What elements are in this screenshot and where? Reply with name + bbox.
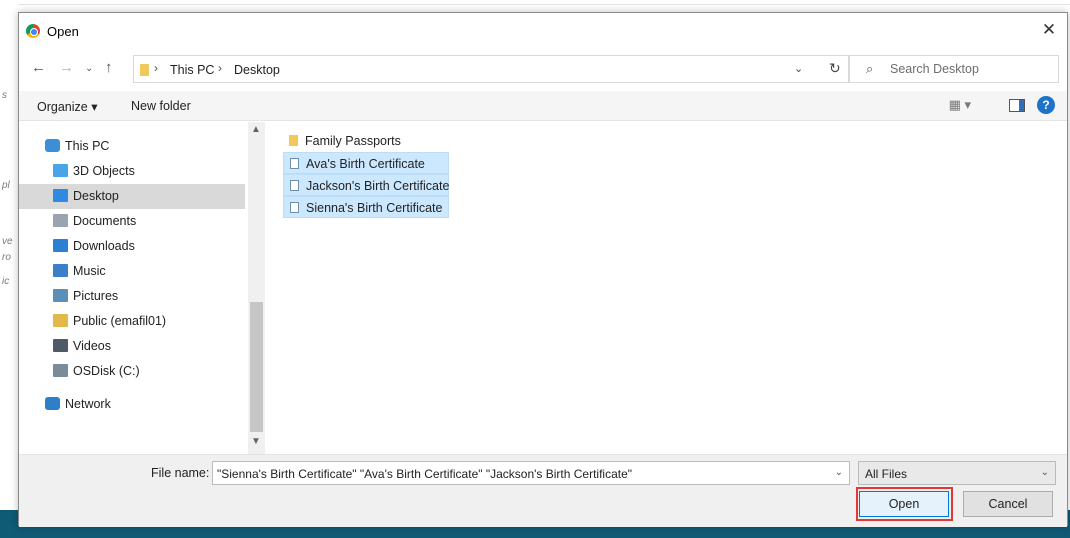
file-name: Family Passports	[305, 134, 401, 148]
file-item[interactable]: Sienna's Birth Certificate	[283, 196, 449, 218]
view-options-icon[interactable]: ▦ ▾	[949, 97, 971, 113]
breadcrumb-separator: ›	[154, 61, 158, 75]
pc-icon	[45, 139, 60, 152]
folder-icon	[289, 135, 298, 146]
folder-icon	[140, 64, 149, 76]
address-dropdown-chevron-icon[interactable]: ⌄	[794, 62, 803, 75]
nav-item-public-emafil01[interactable]: Public (emafil01)	[19, 309, 245, 334]
drive-icon	[53, 364, 68, 377]
navigation-row: ← → ⌄ ↑ › This PC › Desktop ⌄ ↻ ⌕	[19, 53, 1067, 85]
file-item[interactable]: Ava's Birth Certificate	[283, 152, 449, 174]
nav-item-label: Public (emafil01)	[73, 314, 167, 328]
breadcrumb-desktop[interactable]: Desktop	[234, 63, 280, 77]
open-file-dialog: Open ✕ ← → ⌄ ↑ › This PC › Desktop ⌄ ↻ ⌕…	[18, 12, 1068, 527]
dialog-title: Open	[47, 24, 79, 39]
document-icon	[290, 180, 299, 191]
nav-item-music[interactable]: Music	[19, 259, 245, 284]
back-arrow-icon[interactable]: ←	[31, 59, 46, 76]
highlight-box	[856, 487, 953, 521]
cancel-button[interactable]: Cancel	[963, 491, 1053, 517]
organize-menu-button[interactable]: Organize ▾	[37, 99, 97, 114]
scrollbar-thumb[interactable]	[250, 302, 263, 432]
nav-item-videos[interactable]: Videos	[19, 334, 245, 359]
file-list: Family Passports Ava's Birth Certificate J…	[265, 122, 1067, 454]
nav-item-label: 3D Objects	[73, 164, 135, 178]
nav-item-label: Downloads	[73, 239, 135, 253]
breadcrumb-separator: ›	[218, 61, 222, 75]
search-input[interactable]	[890, 60, 1050, 78]
close-icon[interactable]: ✕	[1037, 18, 1061, 42]
nav-item-label: Music	[73, 264, 106, 278]
scroll-up-icon[interactable]: ▲	[251, 124, 261, 135]
nav-item-desktop[interactable]: Desktop	[19, 184, 245, 209]
user-folder-icon	[53, 314, 68, 327]
file-type-select[interactable]: All Files ⌄	[858, 461, 1056, 485]
pictures-icon	[53, 289, 68, 302]
nav-item-label: This PC	[65, 139, 110, 153]
forward-arrow-icon[interactable]: →	[59, 59, 74, 76]
nav-pane-scrollbar[interactable]: ▲ ▼	[248, 122, 265, 454]
desktop-icon	[53, 189, 68, 202]
nav-item-network[interactable]: Network	[19, 392, 245, 417]
nav-item-label: Pictures	[73, 289, 119, 303]
folder-item[interactable]: Family Passports	[283, 130, 423, 152]
nav-item-label: Network	[65, 397, 111, 411]
search-box[interactable]: ⌕	[849, 55, 1059, 83]
chevron-down-icon[interactable]: ⌄	[835, 467, 843, 478]
help-icon[interactable]: ?	[1037, 96, 1055, 114]
command-toolbar: Organize ▾ New folder ▦ ▾ ?	[19, 91, 1067, 121]
file-name-label: File name:	[151, 466, 210, 480]
nav-item-this-pc[interactable]: This PC	[19, 134, 245, 159]
file-name-value: "Sienna's Birth Certificate" "Ava's Birt…	[217, 467, 633, 481]
document-icon	[53, 214, 68, 227]
nav-item-label: Documents	[73, 214, 137, 228]
title-bar: Open ✕	[19, 13, 1067, 49]
nav-item-label: OSDisk (C:)	[73, 364, 140, 378]
breadcrumb-this-pc[interactable]: This PC	[170, 63, 214, 77]
background-top-line	[0, 4, 1070, 5]
up-arrow-icon[interactable]: ↑	[105, 59, 113, 76]
nav-item-label: Videos	[73, 339, 111, 353]
file-name: Jackson's Birth Certificate	[306, 179, 450, 193]
file-type-value: All Files	[865, 467, 908, 481]
file-item[interactable]: Jackson's Birth Certificate	[283, 174, 449, 196]
chrome-icon	[26, 24, 40, 38]
preview-pane-icon[interactable]	[1009, 99, 1025, 112]
dialog-footer: File name: "Sienna's Birth Certificate" …	[19, 454, 1067, 527]
chevron-down-icon: ⌄	[1040, 467, 1049, 478]
navigation-pane: This PC 3D Objects Desktop Documents Downloa…	[19, 122, 265, 454]
document-icon	[290, 202, 299, 213]
file-name: Sienna's Birth Certificate	[306, 201, 443, 215]
scroll-down-icon[interactable]: ▼	[251, 436, 261, 447]
file-name-field[interactable]: "Sienna's Birth Certificate" "Ava's Birt…	[212, 461, 850, 485]
background-window-strip: s pl ve ro ic	[0, 0, 18, 538]
refresh-icon[interactable]: ↻	[829, 60, 841, 77]
nav-item-label: Desktop	[73, 189, 119, 203]
cube-icon	[53, 164, 68, 177]
download-arrow-icon	[53, 239, 68, 252]
nav-item-pictures[interactable]: Pictures	[19, 284, 245, 309]
network-icon	[45, 397, 60, 410]
nav-item-osdisk-c[interactable]: OSDisk (C:)	[19, 359, 245, 384]
address-bar[interactable]: › This PC › Desktop ⌄ ↻	[133, 55, 849, 83]
search-icon: ⌕	[866, 61, 874, 76]
music-note-icon	[53, 264, 68, 277]
new-folder-button[interactable]: New folder	[131, 99, 191, 113]
recent-locations-chevron-icon[interactable]: ⌄	[85, 63, 93, 74]
nav-item-documents[interactable]: Documents	[19, 209, 245, 234]
videos-icon	[53, 339, 68, 352]
nav-item-3d-objects[interactable]: 3D Objects	[19, 159, 245, 184]
document-icon	[290, 158, 299, 169]
nav-item-downloads[interactable]: Downloads	[19, 234, 245, 259]
file-name: Ava's Birth Certificate	[306, 157, 425, 171]
